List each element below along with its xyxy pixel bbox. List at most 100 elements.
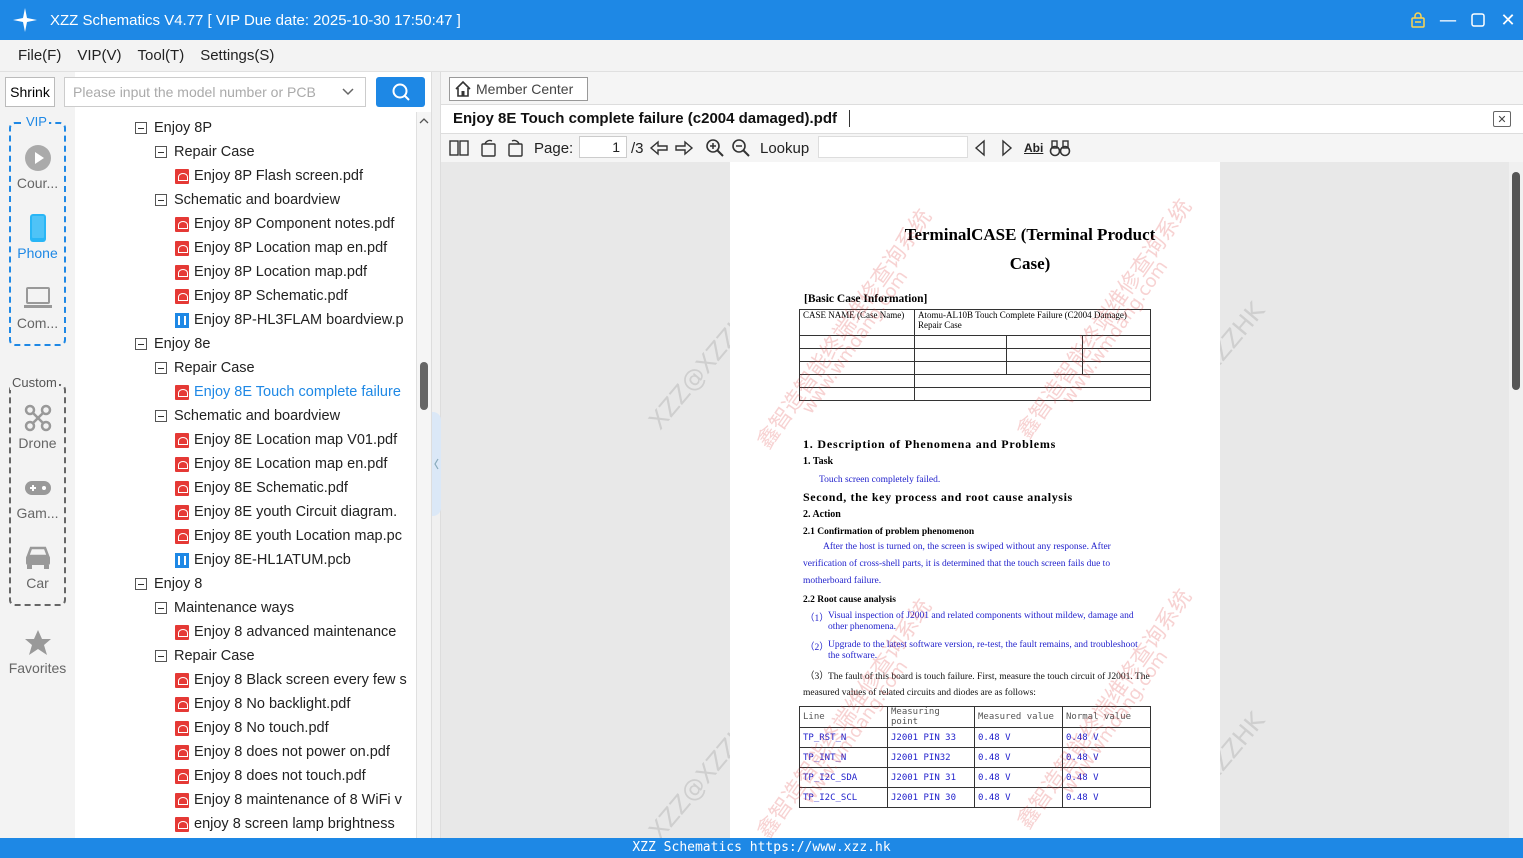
zoom-out-icon[interactable] [731, 138, 751, 158]
tree-file[interactable]: Enjoy 8 Black screen every few s [175, 668, 407, 692]
nav-course[interactable]: Cour... [6, 143, 69, 191]
tree-folder[interactable]: Repair Case [155, 644, 255, 668]
pdf-file-icon [175, 768, 189, 784]
nav-favorites[interactable]: Favorites [6, 628, 69, 676]
tree-label: Enjoy 8 does not touch.pdf [194, 768, 366, 784]
basic-info-heading: [Basic Case Information] [804, 293, 928, 305]
close-tab-icon[interactable]: ✕ [1493, 111, 1511, 127]
tree-folder[interactable]: Schematic and boardview [155, 188, 340, 212]
lookup-input[interactable] [818, 136, 968, 158]
menu-file[interactable]: File(F) [18, 47, 61, 64]
tree-file[interactable]: Enjoy 8P-HL3FLAM boardview.p [175, 308, 404, 332]
nav-drone[interactable]: Drone [6, 403, 69, 451]
tree-file[interactable]: Enjoy 8 does not power on.pdf [175, 740, 390, 764]
tree-scroll-thumb[interactable] [420, 362, 428, 410]
rotate-left-icon[interactable] [479, 138, 499, 158]
tree-folder[interactable]: Repair Case [155, 140, 255, 164]
play-icon [6, 143, 69, 173]
collapse-toggle-icon[interactable] [135, 338, 147, 350]
tree-label: Enjoy 8E Location map en.pdf [194, 456, 388, 472]
collapse-toggle-icon[interactable] [155, 194, 167, 206]
tree-file[interactable]: Enjoy 8E youth Circuit diagram. [175, 500, 397, 524]
chevron-down-icon[interactable] [341, 84, 355, 101]
collapse-toggle-icon[interactable] [135, 578, 147, 590]
collapse-toggle-icon[interactable] [155, 650, 167, 662]
tree-file[interactable]: Enjoy 8 maintenance of 8 WiFi v [175, 788, 402, 812]
action-heading: 2. Action [803, 509, 841, 520]
tab-document[interactable]: Enjoy 8E Touch complete failure (c2004 d… [453, 110, 850, 127]
tree-file[interactable]: Enjoy 8E youth Location map.pc [175, 524, 402, 548]
rotate-right-icon[interactable] [505, 138, 525, 158]
chevron-up-icon[interactable] [417, 114, 431, 128]
tree-file[interactable]: Enjoy 8P Component notes.pdf [175, 212, 394, 236]
tree-file[interactable]: Enjoy 8 No touch.pdf [175, 716, 329, 740]
prev-page-icon[interactable] [648, 138, 670, 158]
collapse-handle[interactable] [432, 412, 441, 516]
tree-file[interactable]: enjoy 8 screen lamp brightness [175, 812, 395, 836]
menu-vip[interactable]: VIP(V) [77, 47, 121, 64]
find-prev-icon[interactable] [972, 138, 988, 158]
tree-folder[interactable]: Maintenance ways [155, 596, 294, 620]
tree-label: Repair Case [174, 144, 255, 160]
s21-line1: After the host is turned on, the screen … [823, 542, 1111, 552]
nav-game[interactable]: Gam... [6, 473, 69, 521]
next-page-icon[interactable] [673, 138, 695, 158]
pdf-file-icon [175, 168, 189, 184]
pdf-toolbar: Page: 1 /3 Lookup Abi [441, 134, 1523, 162]
maximize-button[interactable] [1463, 0, 1493, 40]
tree-file[interactable]: Enjoy 8E Schematic.pdf [175, 476, 348, 500]
close-button[interactable]: ✕ [1493, 0, 1523, 40]
document-area[interactable]: XZZ@XZZHK XZZ@XZZHK XZZ@XZZHK XZZ@XZZHK … [441, 162, 1509, 838]
document-scroll-thumb[interactable] [1512, 172, 1520, 390]
tree-label: Enjoy 8e [154, 336, 211, 352]
tree-file[interactable]: Enjoy 8P Location map en.pdf [175, 236, 387, 260]
tree-scrollbar[interactable] [417, 112, 431, 838]
tree-file[interactable]: Enjoy 8E Location map V01.pdf [175, 428, 397, 452]
tree-file[interactable]: Enjoy 8E Touch complete failure [175, 380, 401, 404]
pdf-file-icon [175, 216, 189, 232]
tree-label: Enjoy 8 does not power on.pdf [194, 744, 390, 760]
nav-computer[interactable]: Com... [6, 283, 69, 331]
binoculars-icon[interactable] [1049, 138, 1071, 158]
document-scrollbar[interactable] [1509, 162, 1523, 838]
tree-file[interactable]: Enjoy 8E-HL1ATUM.pcb [175, 548, 351, 572]
page-number-input[interactable]: 1 [579, 136, 627, 158]
tree-file[interactable]: Enjoy 8E Location map en.pdf [175, 452, 387, 476]
pcb-file-icon [175, 552, 189, 568]
nav-car[interactable]: Car [6, 543, 69, 591]
tree-file[interactable]: Enjoy 8 does not touch.pdf [175, 764, 366, 788]
tree-label: Enjoy 8E Schematic.pdf [194, 480, 348, 496]
shrink-button[interactable]: Shrink [5, 77, 55, 107]
collapse-toggle-icon[interactable] [155, 410, 167, 422]
member-center-button[interactable]: Member Center [449, 77, 588, 101]
collapse-toggle-icon[interactable] [135, 122, 147, 134]
tree-folder[interactable]: Enjoy 8e [135, 332, 210, 356]
search-button[interactable] [376, 77, 425, 107]
tree-file[interactable]: Enjoy 8P Schematic.pdf [175, 284, 348, 308]
tree-file[interactable]: Enjoy 8P Flash screen.pdf [175, 164, 363, 188]
pdf-file-icon [175, 624, 189, 640]
tree-file[interactable]: Enjoy 8P Location map.pdf [175, 260, 367, 284]
tree-folder[interactable]: Schematic and boardview [155, 404, 340, 428]
collapse-toggle-icon[interactable] [155, 602, 167, 614]
lock-icon[interactable] [1403, 0, 1433, 40]
tree-folder[interactable]: Repair Case [155, 356, 255, 380]
find-next-icon[interactable] [999, 138, 1015, 158]
menu-settings[interactable]: Settings(S) [200, 47, 274, 64]
match-case-icon[interactable]: Abi [1024, 138, 1043, 158]
minimize-button[interactable]: — [1433, 0, 1463, 40]
tree-folder[interactable]: Enjoy 8P [135, 116, 212, 140]
collapse-toggle-icon[interactable] [155, 362, 167, 374]
tree-file[interactable]: Enjoy 8 No backlight.pdf [175, 692, 350, 716]
menu-tool[interactable]: Tool(T) [138, 47, 185, 64]
zoom-in-icon[interactable] [705, 138, 725, 158]
tree-label: Enjoy 8P Location map en.pdf [194, 240, 388, 256]
search-input[interactable]: Please input the model number or PCB [64, 77, 366, 107]
two-page-icon[interactable] [449, 138, 469, 158]
nav-phone[interactable]: Phone [6, 213, 69, 261]
tree-file[interactable]: Enjoy 8 advanced maintenance [175, 620, 396, 644]
panel-splitter[interactable] [431, 72, 441, 838]
tree-folder[interactable]: Enjoy 8 [135, 572, 202, 596]
collapse-toggle-icon[interactable] [155, 146, 167, 158]
measurement-table: Line Measuring point Measured value Normal … [799, 706, 1151, 808]
